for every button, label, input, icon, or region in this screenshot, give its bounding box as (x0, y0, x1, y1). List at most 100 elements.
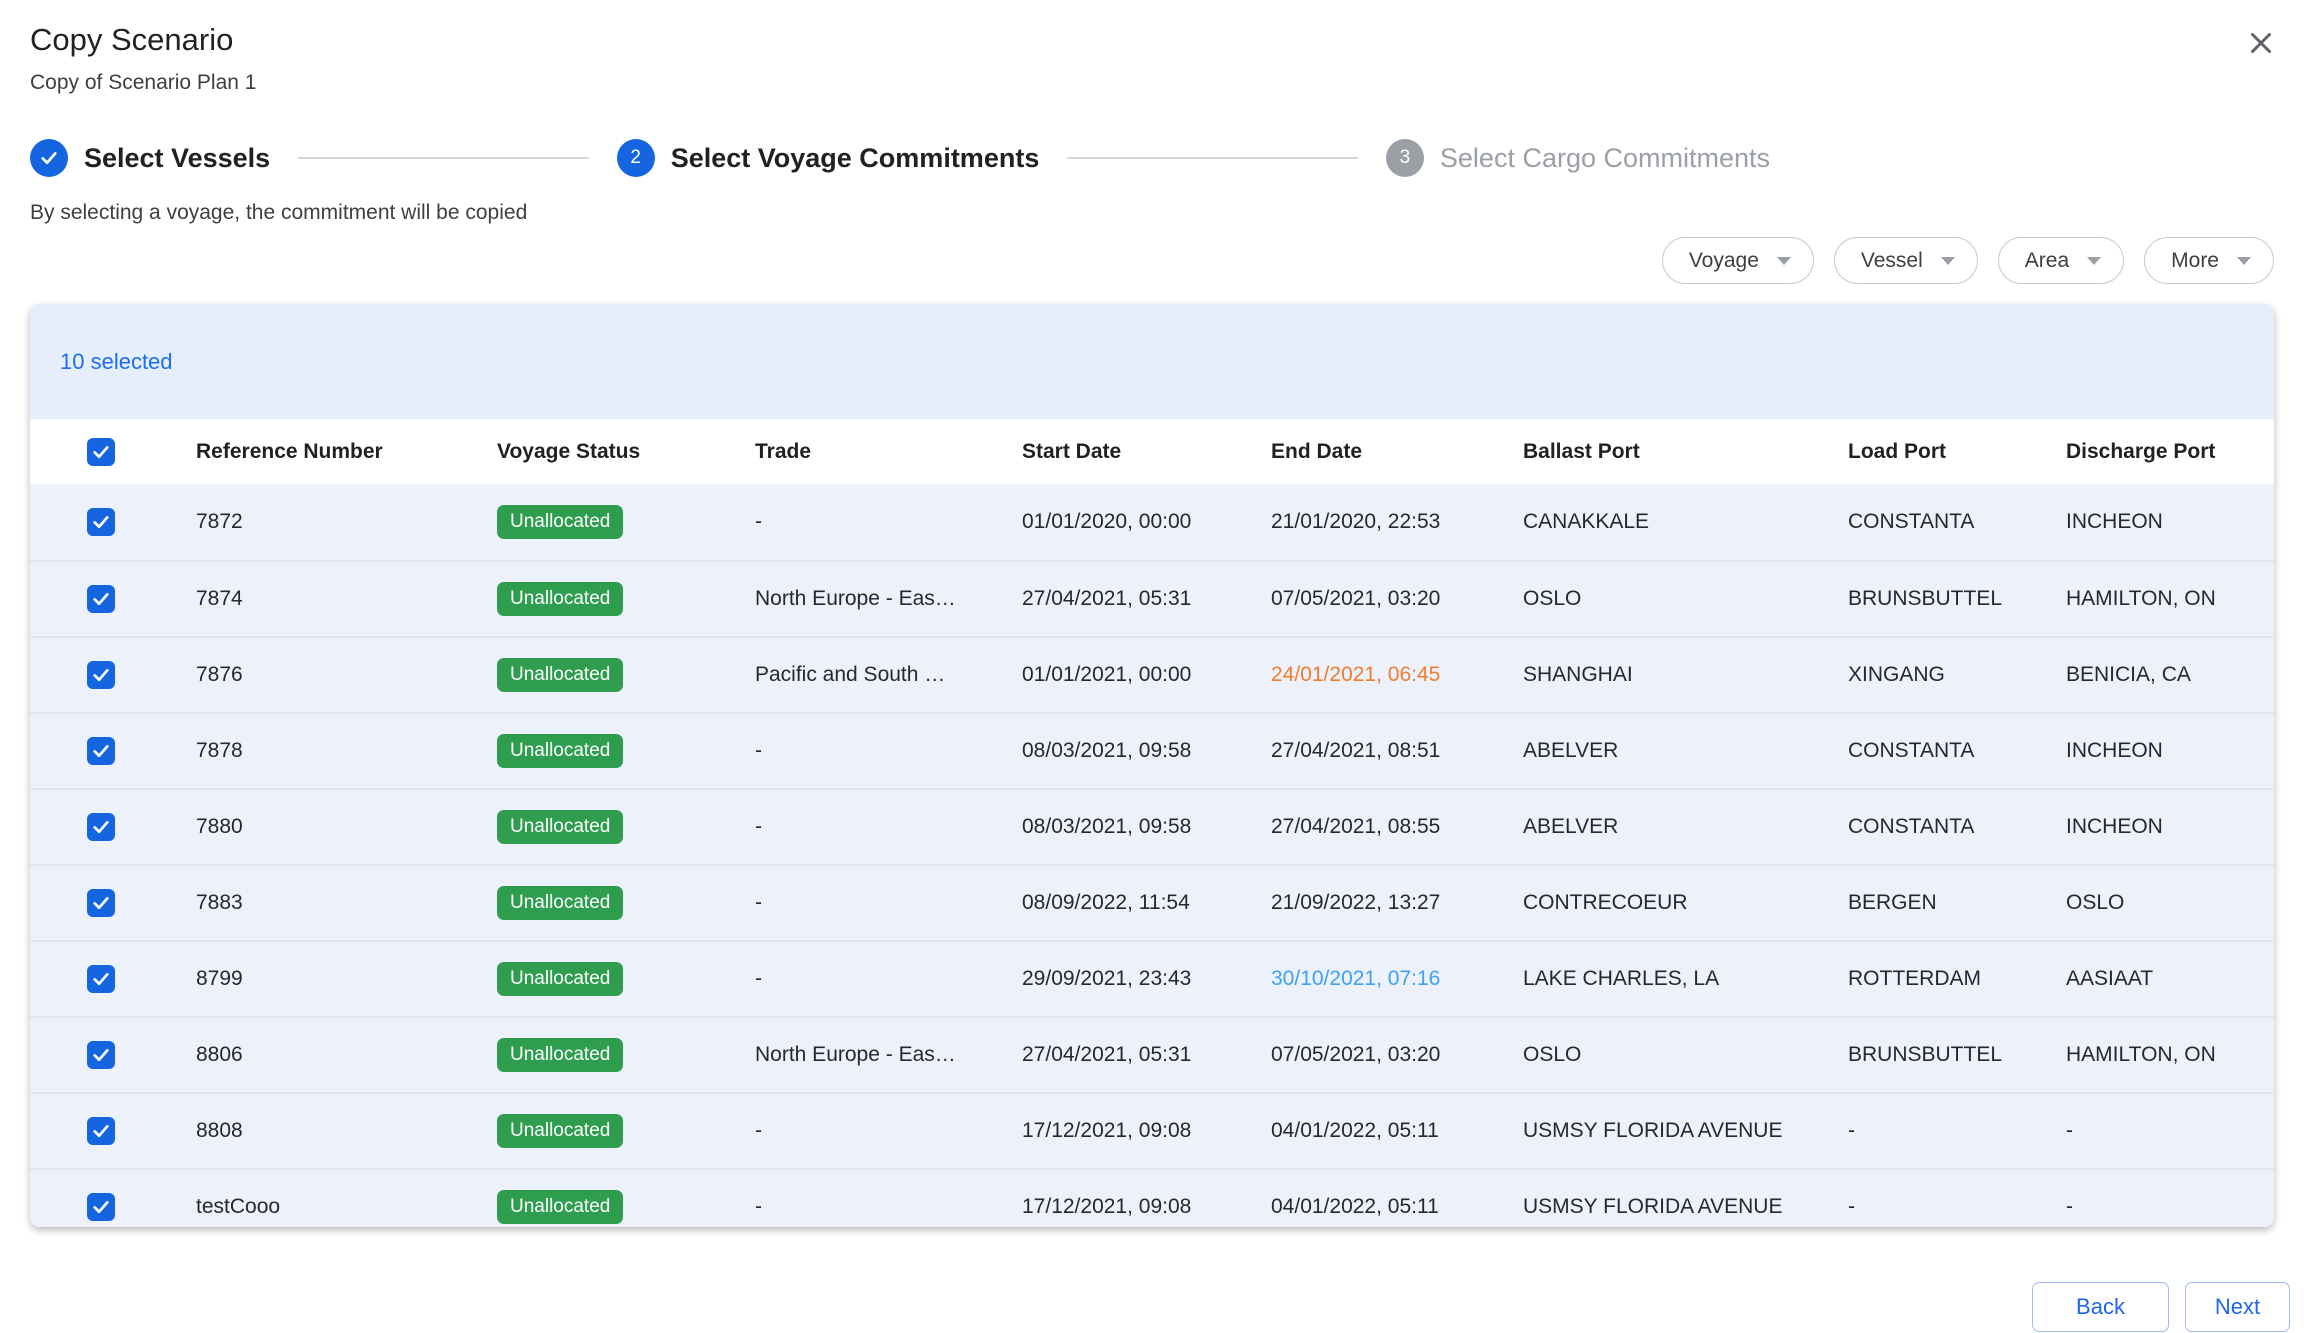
status-badge: Unallocated (497, 1038, 623, 1072)
row-checkbox[interactable] (87, 585, 115, 613)
table-header-row: Reference NumberVoyage StatusTradeStart … (30, 419, 2274, 484)
cell-end-date: 27/04/2021, 08:51 (1271, 739, 1523, 763)
cell-end-date: 07/05/2021, 03:20 (1271, 587, 1523, 611)
cell-voyage-status: Unallocated (497, 810, 755, 844)
table-row[interactable]: 7880Unallocated-08/03/2021, 09:5827/04/2… (30, 788, 2274, 864)
column-header-end-date: End Date (1271, 440, 1523, 464)
row-checkbox-cell (30, 661, 196, 689)
row-checkbox[interactable] (87, 508, 115, 536)
table-row[interactable]: 7876UnallocatedPacific and South …01/01/… (30, 636, 2274, 712)
row-checkbox[interactable] (87, 965, 115, 993)
cell-trade: North Europe - Eas… (755, 1043, 1022, 1067)
table-row[interactable]: 8808Unallocated-17/12/2021, 09:0804/01/2… (30, 1092, 2274, 1168)
cell-start-date: 08/09/2022, 11:54 (1022, 891, 1271, 915)
cell-ballast-port: USMSY FLORIDA AVENUE (1523, 1195, 1848, 1219)
row-checkbox-cell (30, 1117, 196, 1145)
dialog-header: Copy Scenario Copy of Scenario Plan 1 (30, 22, 2274, 95)
filter-label: Voyage (1689, 249, 1759, 273)
status-badge: Unallocated (497, 962, 623, 996)
status-badge: Unallocated (497, 658, 623, 692)
filter-voyage[interactable]: Voyage (1662, 237, 1814, 284)
step-label: Select Voyage Commitments (671, 143, 1040, 174)
table-row[interactable]: 7878Unallocated-08/03/2021, 09:5827/04/2… (30, 712, 2274, 788)
selection-count: 10 selected (60, 349, 173, 375)
table-row[interactable]: 8799Unallocated-29/09/2021, 23:4330/10/2… (30, 940, 2274, 1016)
filter-vessel[interactable]: Vessel (1834, 237, 1978, 284)
back-button[interactable]: Back (2032, 1282, 2169, 1332)
table-row[interactable]: 8806UnallocatedNorth Europe - Eas…27/04/… (30, 1016, 2274, 1092)
header-checkbox-cell (30, 438, 196, 466)
cell-voyage-status: Unallocated (497, 1114, 755, 1148)
cell-trade: - (755, 967, 1022, 991)
step-connector (1067, 157, 1358, 159)
cell-reference: 7880 (196, 815, 497, 839)
dialog-footer: Back Next (2032, 1282, 2290, 1332)
status-badge: Unallocated (497, 582, 623, 616)
filter-label: Vessel (1861, 249, 1923, 273)
cell-ballast-port: USMSY FLORIDA AVENUE (1523, 1119, 1848, 1143)
table-row[interactable]: testCoooUnallocated-17/12/2021, 09:0804/… (30, 1168, 2274, 1227)
row-checkbox[interactable] (87, 1117, 115, 1145)
column-header-voyage-status: Voyage Status (497, 440, 755, 464)
cell-load-port: BERGEN (1848, 891, 2066, 915)
row-checkbox[interactable] (87, 889, 115, 917)
table-row[interactable]: 7883Unallocated-08/09/2022, 11:5421/09/2… (30, 864, 2274, 940)
close-button[interactable] (2238, 20, 2284, 66)
cell-trade: North Europe - Eas… (755, 587, 1022, 611)
table-row[interactable]: 7872Unallocated-01/01/2020, 00:0021/01/2… (30, 484, 2274, 560)
cell-voyage-status: Unallocated (497, 582, 755, 616)
cell-ballast-port: OSLO (1523, 1043, 1848, 1067)
status-badge: Unallocated (497, 1114, 623, 1148)
cell-trade: - (755, 815, 1022, 839)
cell-start-date: 01/01/2021, 00:00 (1022, 663, 1271, 687)
cell-discharge-port: - (2066, 1119, 2274, 1143)
row-checkbox[interactable] (87, 1193, 115, 1221)
status-badge: Unallocated (497, 886, 623, 920)
cell-voyage-status: Unallocated (497, 1190, 755, 1224)
cell-discharge-port: - (2066, 1195, 2274, 1219)
row-checkbox[interactable] (87, 737, 115, 765)
close-icon (2244, 48, 2278, 63)
cell-load-port: BRUNSBUTTEL (1848, 1043, 2066, 1067)
column-header-ballast-port: Ballast Port (1523, 440, 1848, 464)
cell-trade: - (755, 510, 1022, 534)
row-checkbox-cell (30, 889, 196, 917)
status-badge: Unallocated (497, 734, 623, 768)
step-select-voyage-commitments[interactable]: 2 Select Voyage Commitments (617, 139, 1040, 177)
filter-area[interactable]: Area (1998, 237, 2124, 284)
filter-more[interactable]: More (2144, 237, 2274, 284)
select-all-checkbox[interactable] (87, 438, 115, 466)
cell-reference: 7883 (196, 891, 497, 915)
step-number-badge: 2 (617, 139, 655, 177)
row-checkbox[interactable] (87, 661, 115, 689)
cell-end-date: 21/09/2022, 13:27 (1271, 891, 1523, 915)
cell-ballast-port: ABELVER (1523, 815, 1848, 839)
table-row[interactable]: 7874UnallocatedNorth Europe - Eas…27/04/… (30, 560, 2274, 636)
step-select-cargo-commitments[interactable]: 3Select Cargo Commitments (1386, 139, 1770, 177)
cell-voyage-status: Unallocated (497, 505, 755, 539)
step-select-vessels[interactable]: Select Vessels (30, 139, 270, 177)
cell-trade: - (755, 1195, 1022, 1219)
column-header-start-date: Start Date (1022, 440, 1271, 464)
cell-discharge-port: INCHEON (2066, 815, 2274, 839)
cell-ballast-port: OSLO (1523, 587, 1848, 611)
cell-discharge-port: INCHEON (2066, 739, 2274, 763)
row-checkbox[interactable] (87, 1041, 115, 1069)
row-checkbox[interactable] (87, 813, 115, 841)
cell-end-date: 24/01/2021, 06:45 (1271, 663, 1523, 687)
status-badge: Unallocated (497, 505, 623, 539)
cell-voyage-status: Unallocated (497, 1038, 755, 1072)
cell-start-date: 17/12/2021, 09:08 (1022, 1119, 1271, 1143)
cell-voyage-status: Unallocated (497, 886, 755, 920)
cell-reference: 7878 (196, 739, 497, 763)
cell-discharge-port: AASIAAT (2066, 967, 2274, 991)
cell-start-date: 17/12/2021, 09:08 (1022, 1195, 1271, 1219)
next-button[interactable]: Next (2185, 1282, 2290, 1332)
cell-load-port: CONSTANTA (1848, 510, 2066, 534)
cell-ballast-port: ABELVER (1523, 739, 1848, 763)
cell-load-port: - (1848, 1195, 2066, 1219)
row-checkbox-cell (30, 508, 196, 536)
cell-end-date: 07/05/2021, 03:20 (1271, 1043, 1523, 1067)
status-badge: Unallocated (497, 810, 623, 844)
cell-trade: - (755, 739, 1022, 763)
